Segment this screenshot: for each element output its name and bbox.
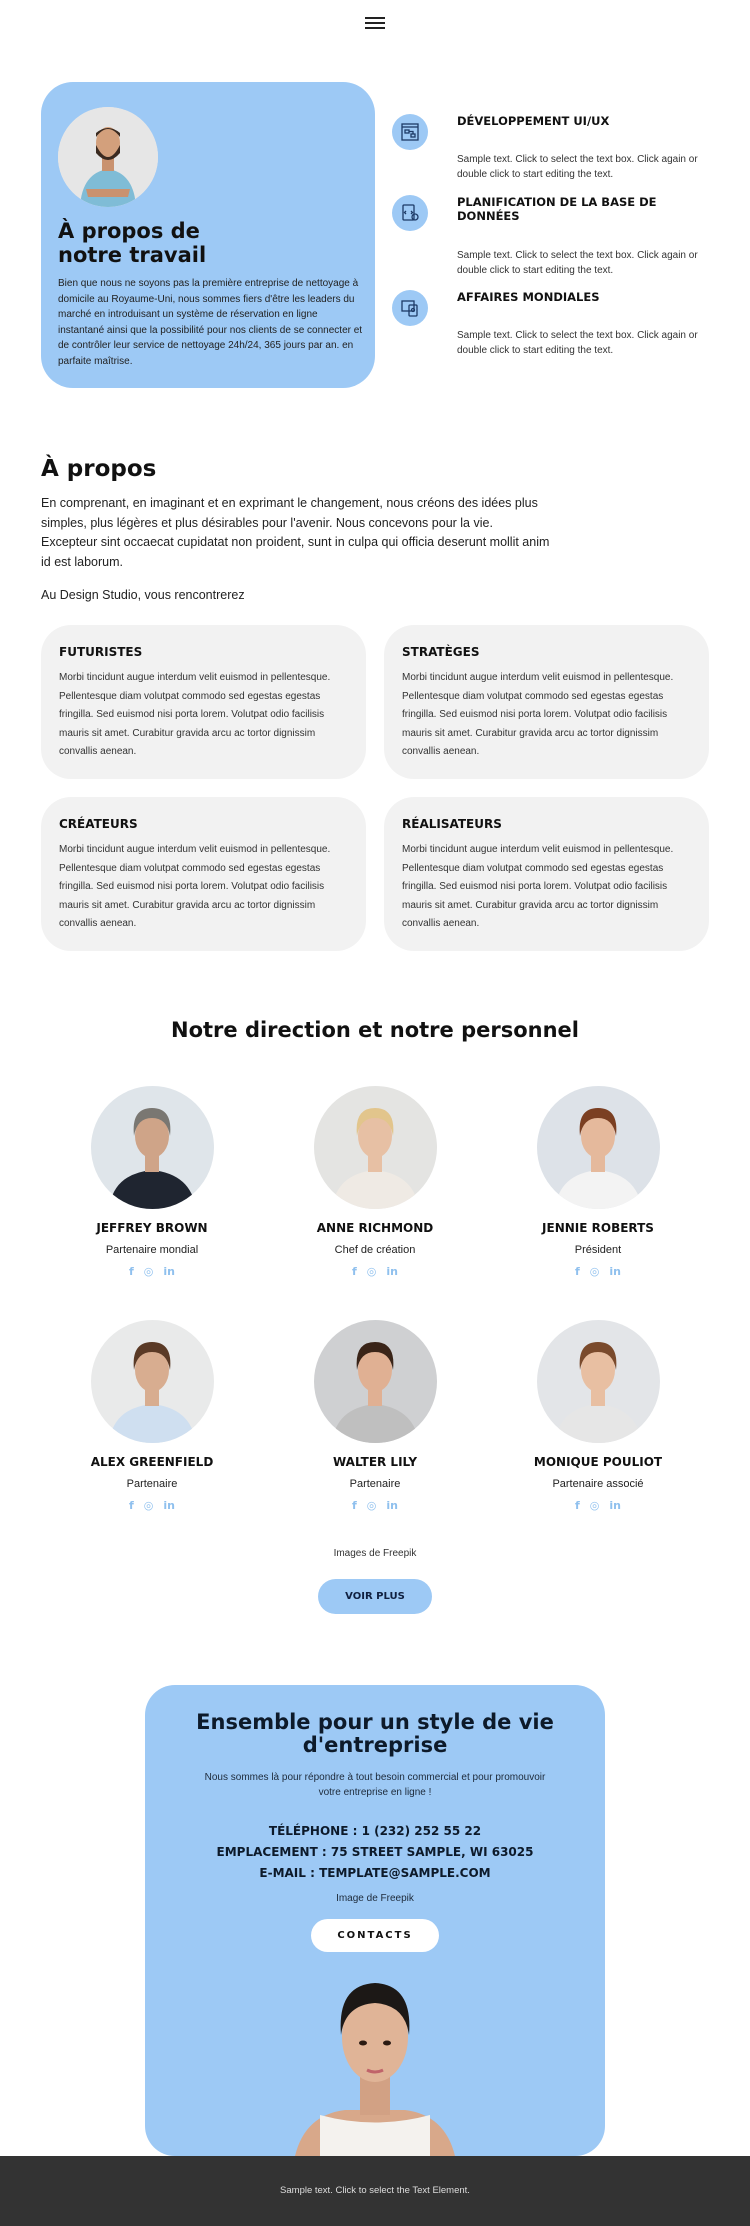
footer-text: Sample text. Click to select the Text El… [280,2185,470,2196]
facebook-icon[interactable]: f [352,1499,357,1512]
about-card: RÉALISATEURS Morbi tincidunt augue interd… [384,797,709,951]
card-title: RÉALISATEURS [402,817,502,831]
facebook-icon[interactable]: f [129,1499,134,1512]
feature-title: AFFAIRES MONDIALES [457,290,600,304]
linkedin-icon[interactable]: in [163,1265,175,1278]
member-photo [313,1320,437,1443]
feature-text: Sample text. Click to select the text bo… [457,154,698,180]
member-role: Chef de création [334,1244,416,1256]
about-intro: Au Design Studio, vous rencontrerez [41,588,245,602]
menu-button[interactable] [365,14,385,30]
feature-text: Sample text. Click to select the text bo… [457,330,698,356]
business-devices-icon [392,290,428,326]
linkedin-icon[interactable]: in [163,1499,175,1512]
contact-location: EMPLACEMENT : 75 STREET SAMPLE, WI 63025 [216,1845,534,1859]
hamburger-line [365,22,385,24]
member-photo [536,1320,660,1443]
linkedin-icon[interactable]: in [609,1265,621,1278]
team-member: MONIQUE POULIOT Partenaire associé f ◎ in [498,1320,698,1512]
member-photo [536,1086,660,1209]
card-text: Morbi tincidunt augue interdum velit eui… [402,672,674,757]
member-role: Partenaire associé [552,1478,644,1490]
member-name: MONIQUE POULIOT [533,1455,663,1469]
contact-credit: Image de Freepik [336,1893,414,1904]
linkedin-icon[interactable]: in [386,1499,398,1512]
contact-text: Nous sommes là pour répondre à tout beso… [204,1772,546,1798]
facebook-icon[interactable]: f [575,1265,580,1278]
team-member: WALTER LILY Partenaire f ◎ in [275,1320,475,1512]
feature-text: Sample text. Click to select the text bo… [457,250,698,276]
ui-flow-icon [392,114,428,150]
contact-email: E-MAIL : TEMPLATE@SAMPLE.COM [259,1866,491,1880]
instagram-icon[interactable]: ◎ [590,1499,600,1512]
contacts-button[interactable]: CONTACTS [311,1919,439,1952]
about-card: CRÉATEURS Morbi tincidunt augue interdum … [41,797,366,951]
team-credit: Images de Freepik [333,1548,417,1559]
card-title: CRÉATEURS [59,817,138,831]
team-member: JEFFREY BROWN Partenaire mondial f ◎ in [52,1086,252,1278]
facebook-icon[interactable]: f [352,1265,357,1278]
about-card: FUTURISTES Morbi tincidunt augue interdum… [41,625,366,779]
contact-phone: TÉLÉPHONE : 1 (232) 252 55 22 [268,1824,482,1838]
hamburger-icon [365,17,385,19]
contact-title: Ensemble pour un style de vie d'entrepri… [196,1710,554,1757]
member-photo [90,1320,214,1443]
member-photo [313,1086,437,1209]
facebook-icon[interactable]: f [575,1499,580,1512]
member-photo [90,1086,214,1209]
hero-title: À propos de notre travail [58,219,207,267]
team-member: JENNIE ROBERTS Président f ◎ in [498,1086,698,1278]
member-name: ANNE RICHMOND [316,1221,434,1235]
instagram-icon[interactable]: ◎ [367,1265,377,1278]
instagram-icon[interactable]: ◎ [144,1499,154,1512]
team-title: Notre direction et notre personnel [171,1018,579,1042]
member-name: WALTER LILY [332,1455,418,1469]
member-role: Président [574,1244,622,1256]
linkedin-icon[interactable]: in [386,1265,398,1278]
hero-avatar [58,107,158,207]
team-member: ALEX GREENFIELD Partenaire f ◎ in [52,1320,252,1512]
team-member: ANNE RICHMOND Chef de création f ◎ in [275,1086,475,1278]
member-role: Partenaire [349,1478,401,1490]
about-card: STRATÈGES Morbi tincidunt augue interdum … [384,625,709,779]
contact-card: Ensemble pour un style de vie d'entrepri… [145,1685,605,2156]
code-device-icon [392,195,428,231]
facebook-icon[interactable]: f [129,1265,134,1278]
card-text: Morbi tincidunt augue interdum velit eui… [59,844,331,929]
instagram-icon[interactable]: ◎ [144,1265,154,1278]
member-name: JEFFREY BROWN [96,1221,208,1235]
about-text: En comprenant, en imaginant et en exprim… [41,496,550,569]
contact-person-image [295,1983,455,2156]
card-text: Morbi tincidunt augue interdum velit eui… [59,672,331,757]
card-title: FUTURISTES [59,645,143,659]
card-title: STRATÈGES [402,645,480,659]
member-name: JENNIE ROBERTS [542,1221,654,1235]
instagram-icon[interactable]: ◎ [590,1265,600,1278]
member-role: Partenaire [126,1478,178,1490]
member-name: ALEX GREENFIELD [90,1455,214,1469]
footer: Sample text. Click to select the Text El… [0,2156,750,2226]
about-title: À propos [41,456,157,482]
hero-text: Bien que nous ne soyons pas la première … [58,278,363,367]
card-text: Morbi tincidunt augue interdum velit eui… [402,844,674,929]
member-role: Partenaire mondial [105,1244,199,1256]
feature-title: PLANIFICATION DE LA BASE DE DONNÉES [457,195,657,223]
feature-title: DÉVELOPPEMENT UI/UX [457,114,610,128]
voir-plus-button[interactable]: VOIR PLUS [318,1579,432,1614]
linkedin-icon[interactable]: in [609,1499,621,1512]
instagram-icon[interactable]: ◎ [367,1499,377,1512]
hamburger-line [365,27,385,29]
